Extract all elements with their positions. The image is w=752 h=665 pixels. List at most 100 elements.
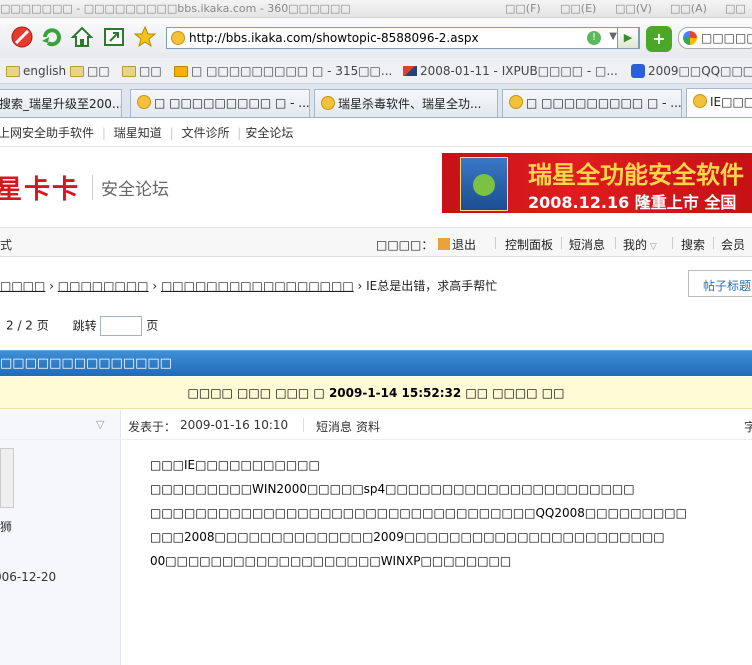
thread-title-button[interactable]: 帖子标题 — [688, 270, 752, 297]
browser-tab[interactable]: □ □□□□□□□□□ □ - ... — [502, 89, 682, 117]
search-input[interactable]: □□□□□ — [701, 31, 752, 45]
paw-icon — [631, 64, 645, 78]
favorite-item[interactable]: □ □□□□□□□□□ □ - 315□□... — [174, 64, 392, 78]
refresh-icon — [42, 28, 61, 47]
favorite-item[interactable]: □□ — [122, 64, 162, 78]
breadcrumb-link[interactable]: □□□□□□□□□□□□□□□□□ — [161, 279, 354, 293]
chevron-down-icon: ▽ — [647, 242, 657, 252]
search-link[interactable]: 搜索 — [681, 236, 705, 253]
edit-notice-text: □□□□ □□□ □□□ □ 2009-1-14 15:52:32 □□ □□□… — [187, 386, 565, 400]
breadcrumb-link[interactable]: □□□□□□□□ — [58, 279, 149, 293]
post-line: 00□□□□□□□□□□□□□□□□□□□WINXP□□□□□□□□ — [150, 554, 512, 568]
banner-title: 瑞星全功能安全软件 — [528, 161, 744, 189]
restore-button[interactable] — [100, 23, 128, 51]
page-indicator: 2 / 2 页 — [6, 318, 49, 333]
refresh-button[interactable] — [38, 23, 66, 51]
browser-tab[interactable]: 瑞星杀毒软件、瑞星全功... — [314, 89, 498, 117]
window-icon — [104, 28, 124, 46]
security-shield-icon[interactable]: + — [646, 26, 672, 52]
forum-menubar: 式 □□□□： 退出 控制面板 短消息 我的 ▽ 搜索 会员 — [0, 227, 752, 257]
post-line: □□□IE□□□□□□□□□□□ — [150, 458, 320, 472]
post-meta-bar: 发表于： 2009-01-16 10:10 短消息 资料 字 — [0, 410, 752, 440]
favorites-bar: english □□ □□ □ □□□□□□□□□ □ - 315□□... 2… — [0, 58, 752, 84]
breadcrumb: □□□□ › □□□□□□□□ › □□□□□□□□□□□□□□□□□ › IE… — [0, 279, 498, 293]
logout-link[interactable]: 退出 — [438, 236, 476, 253]
menu-view[interactable]: □□(V) — [615, 2, 652, 15]
sms-link[interactable]: 短消息 — [569, 236, 605, 253]
menu-file[interactable]: □□(F) — [505, 2, 541, 15]
address-url[interactable]: http://bbs.ikaka.com/showtopic-8588096-2… — [189, 31, 479, 45]
search-box[interactable]: □□□□□ — [678, 27, 752, 49]
author-panel: ▽ 狮 006-12-20 — [0, 410, 121, 665]
top-link[interactable]: 安全论坛 — [245, 126, 293, 140]
favorite-item[interactable]: 2008-01-11 - IXPUB□□□□ - □... — [403, 64, 618, 78]
logout-icon — [438, 238, 450, 250]
post-content: □□□IE□□□□□□□□□□□ □□□□□□□□□WIN2000□□□□□sp… — [150, 458, 752, 578]
thread-header-bar: □□□□□□□□□□□□□□ — [0, 350, 752, 376]
favorite-item[interactable]: english — [6, 64, 66, 78]
site-logo[interactable]: 星卡卡 — [0, 169, 80, 206]
favorite-item[interactable]: 2009□□QQ□□□ — [631, 64, 752, 78]
menu-more[interactable]: □□ — [725, 2, 746, 15]
site-logo-subtitle: 安全论坛 — [92, 175, 169, 200]
top-links: 上网安全助手软件 | 瑞星知道 | 文件诊所 | 安全论坛 — [0, 126, 294, 140]
browser-tab[interactable]: □ □□□□□□□□□ □ - ... — [130, 89, 310, 117]
address-dropdown-icon[interactable]: ▼ — [609, 31, 617, 42]
breadcrumb-current: IE总是出错，求高手帮忙 — [366, 279, 498, 293]
address-bar[interactable]: http://bbs.ikaka.com/showtopic-8588096-2… — [166, 27, 640, 49]
breadcrumb-link[interactable]: □□□□ — [0, 279, 45, 293]
banner-subtitle: 2008.12.16 隆重上市 全国 — [528, 193, 737, 212]
post-sms-link[interactable]: 短消息 — [316, 418, 352, 435]
go-button[interactable]: ▶ — [617, 27, 639, 49]
member-link[interactable]: 会员 — [721, 236, 745, 253]
site-icon — [174, 65, 188, 77]
post-line: □□□□□□□□□□□□□□□□□□□□□□□□□□□□□□□□□□QQ2008… — [150, 506, 687, 520]
navigation-bar: http://bbs.ikaka.com/showtopic-8588096-2… — [0, 18, 752, 58]
post-line: □□□2008□□□□□□□□□□□□□□2009□□□□□□□□□□□□□□□… — [150, 530, 665, 544]
avatar[interactable] — [0, 448, 14, 508]
site-favicon-icon — [171, 31, 185, 45]
folder-icon — [122, 65, 136, 77]
posted-at-time: 2009-01-16 10:10 — [180, 418, 289, 432]
site-header: 星卡卡 安全论坛 瑞星全功能安全软件 2008.12.16 隆重上市 全国 — [0, 146, 752, 226]
favorite-button[interactable] — [131, 23, 159, 51]
menu-edit[interactable]: □□(E) — [560, 2, 596, 15]
web-page: 上网安全助手软件 | 瑞星知道 | 文件诊所 | 安全论坛 星卡卡 安全论坛 瑞星… — [0, 118, 752, 665]
browser-tab[interactable]: 搜索_瑞星升级至200... — [0, 89, 122, 117]
stop-button[interactable] — [8, 23, 36, 51]
google-icon — [683, 31, 697, 45]
top-link[interactable]: 文件诊所 — [181, 126, 229, 140]
top-link[interactable]: 上网安全助手软件 — [0, 126, 94, 140]
user-label: □□□□： — [376, 238, 434, 252]
safe-check-icon[interactable]: ! — [587, 31, 601, 45]
tab-bar: 搜索_瑞星升级至200... □ □□□□□□□□□ □ - ... 瑞星杀毒软… — [0, 84, 752, 118]
window-title: □□□□□□□ - □□□□□□□□□bbs.ikaka.com - 360□□… — [0, 2, 351, 15]
control-panel-link[interactable]: 控制面板 — [505, 236, 553, 253]
my-menu[interactable]: 我的 ▽ — [623, 236, 657, 253]
edit-notice: □□□□ □□□ □□□ □ 2009-1-14 15:52:32 □□ □□□… — [0, 377, 752, 409]
tab-favicon-icon — [137, 95, 151, 109]
menu-favorites[interactable]: □□(A) — [670, 2, 707, 15]
stop-icon — [11, 26, 33, 48]
tab-favicon-icon — [509, 95, 523, 109]
favorite-item[interactable]: □□ — [70, 64, 110, 78]
font-size-toggle[interactable]: 字 — [744, 418, 752, 435]
top-link[interactable]: 瑞星知道 — [114, 126, 162, 140]
browser-tab-active[interactable]: IE□□□□ — [686, 88, 752, 117]
posted-at-label: 发表于： — [128, 420, 177, 434]
post-profile-link[interactable]: 资料 — [356, 418, 380, 435]
folder-icon — [6, 65, 20, 77]
menubar-left-text: 式 — [0, 238, 13, 252]
home-icon — [70, 26, 94, 47]
window-titlebar: □□□□□□□ - □□□□□□□□□bbs.ikaka.com - 360□□… — [0, 0, 752, 18]
product-box-image — [460, 157, 508, 211]
page-jump-input[interactable] — [100, 316, 143, 336]
pagination: 2 / 2 页 跳转 页 — [6, 316, 158, 336]
home-button[interactable] — [68, 23, 96, 51]
tab-favicon-icon — [321, 96, 335, 110]
ixpub-icon — [403, 66, 417, 76]
author-name[interactable]: 狮 — [0, 518, 12, 535]
post-line: □□□□□□□□□WIN2000□□□□□sp4□□□□□□□□□□□□□□□□… — [150, 482, 635, 496]
ad-banner[interactable]: 瑞星全功能安全软件 2008.12.16 隆重上市 全国 — [442, 153, 752, 213]
thread-header-title: □□□□□□□□□□□□□□ — [0, 356, 172, 371]
